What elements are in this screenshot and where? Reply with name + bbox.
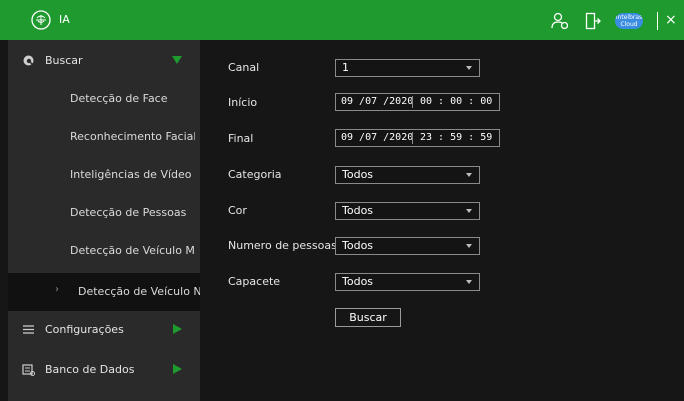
cloud-icon[interactable]: Intelbras Cloud (615, 13, 643, 29)
sidebar: Buscar Detecção de Face Reconhecimento F… (8, 40, 203, 401)
cloud-badge-brand: Intelbras (615, 14, 643, 21)
inicio-date[interactable]: 09 /07 /2020 (341, 94, 413, 110)
title-bar: IA Intelbras Cloud × (0, 0, 684, 40)
final-date[interactable]: 09 /07 /2020 (341, 130, 413, 146)
chevron-down-icon (466, 209, 472, 213)
cor-value: Todos (342, 204, 374, 217)
search-button[interactable]: Buscar (335, 308, 401, 327)
sidebar-subitem-label: Detecção de Veículo Nã... (78, 285, 203, 298)
final-time[interactable]: 23 : 59 : 59 (420, 130, 492, 146)
toolbar-divider (657, 12, 658, 30)
cloud-badge-label: Cloud (620, 21, 638, 28)
cor-label: Cor (228, 204, 247, 217)
categoria-value: Todos (342, 168, 374, 181)
sidebar-item-label: Banco de Dados (45, 363, 135, 376)
sidebar-item-banco-de-dados[interactable]: Banco de Dados (8, 351, 200, 389)
sidebar-item-buscar[interactable]: Buscar (8, 42, 200, 80)
sidebar-subitem-deteccao-veiculo-motorizado[interactable]: Detecção de Veículo Mo... (8, 232, 200, 270)
canal-label: Canal (228, 61, 260, 74)
chevron-down-icon (466, 280, 472, 284)
final-label: Final (228, 132, 254, 145)
final-datetime-field[interactable]: 09 /07 /2020 23 : 59 : 59 (335, 129, 500, 147)
inicio-time[interactable]: 00 : 00 : 00 (420, 94, 492, 110)
inicio-label: Início (228, 96, 258, 109)
canal-value: 1 (342, 61, 349, 74)
cor-select[interactable]: Todos (335, 202, 480, 220)
sidebar-item-label: Configurações (45, 323, 124, 336)
categoria-select[interactable]: Todos (335, 166, 480, 184)
chevron-right-icon (173, 364, 182, 374)
sidebar-subitem-label: Detecção de Face (70, 92, 168, 105)
capacete-label: Capacete (228, 275, 281, 288)
search-icon (23, 55, 35, 67)
sidebar-subitem-label: Reconhecimento Facial (70, 130, 195, 143)
capacete-select[interactable]: Todos (335, 273, 480, 291)
datetime-separator (412, 96, 413, 108)
numero-pessoas-value: Todos (342, 239, 374, 252)
database-icon (22, 364, 35, 376)
datetime-separator (412, 132, 413, 144)
inicio-datetime-field[interactable]: 09 /07 /2020 00 : 00 : 00 (335, 93, 500, 111)
sidebar-subitem-label: Detecção de Pessoas (70, 206, 187, 219)
sidebar-subitem-reconhecimento-facial[interactable]: Reconhecimento Facial (8, 118, 200, 156)
capacete-value: Todos (342, 275, 374, 288)
sidebar-subitem-deteccao-pessoas[interactable]: Detecção de Pessoas (8, 194, 200, 232)
chevron-down-icon (466, 66, 472, 70)
chevron-right-icon: › (55, 284, 59, 295)
logout-icon[interactable] (585, 12, 601, 30)
chevron-down-icon (466, 173, 472, 177)
sidebar-subitem-deteccao-face[interactable]: Detecção de Face (8, 80, 200, 118)
canal-select[interactable]: 1 (335, 59, 480, 77)
app-title: IA (59, 13, 70, 26)
chevron-right-icon (173, 324, 182, 334)
sidebar-subitem-label: Detecção de Veículo Mo... (70, 244, 195, 257)
list-icon (23, 325, 34, 334)
categoria-label: Categoria (228, 168, 282, 181)
user-settings-icon[interactable] (551, 12, 569, 30)
ai-chip-icon (31, 10, 51, 30)
ai-search-window: IA Intelbras Cloud × Buscar Detecção de … (0, 0, 684, 401)
sidebar-subitem-label: Inteligências de Vídeo (70, 168, 192, 181)
numero-pessoas-select[interactable]: Todos (335, 237, 480, 255)
sidebar-item-label: Buscar (45, 54, 83, 67)
sidebar-subitem-inteligencias-video[interactable]: Inteligências de Vídeo (8, 156, 200, 194)
chevron-down-icon (466, 244, 472, 248)
numero-pessoas-label: Numero de pessoas (228, 239, 337, 252)
chevron-down-icon (172, 56, 182, 64)
sidebar-subitem-deteccao-veiculo-nao-motorizado[interactable]: › Detecção de Veículo Nã... (8, 273, 203, 311)
search-form: Canal 1 Início 09 /07 /2020 00 : 00 : 00… (200, 40, 684, 401)
close-icon[interactable]: × (665, 13, 677, 27)
sidebar-item-configuracoes[interactable]: Configurações (8, 311, 200, 349)
